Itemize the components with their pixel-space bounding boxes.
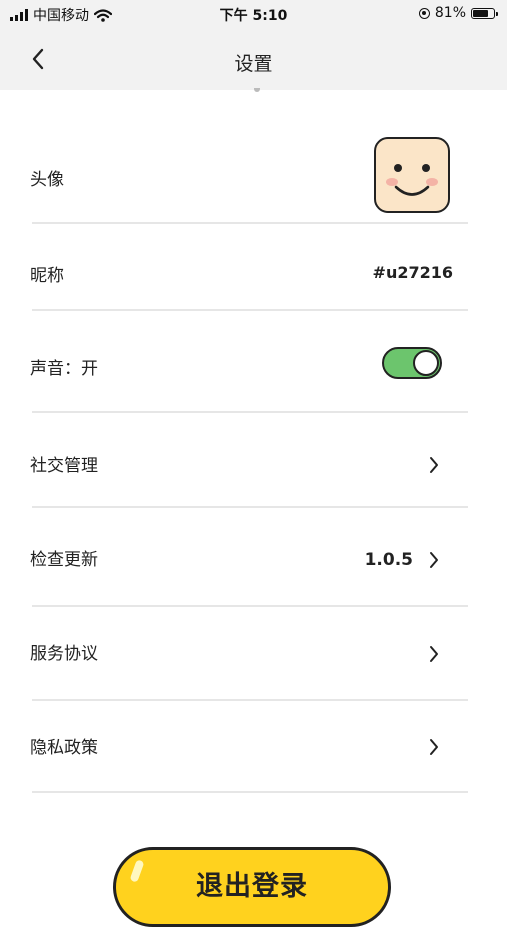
privacy-label: 隐私政策: [30, 738, 98, 758]
nickname-value: #u27216: [372, 263, 453, 282]
status-bar: 中国移动 下午 5:10 81%: [0, 0, 507, 28]
chevron-right-icon: [430, 457, 438, 473]
sound-toggle[interactable]: [382, 347, 442, 379]
pull-indicator: [254, 88, 260, 92]
terms-label: 服务协议: [30, 644, 98, 664]
page-title: 设置: [234, 53, 273, 75]
row-terms[interactable]: 服务协议: [0, 607, 507, 701]
avatar-label: 头像: [30, 170, 64, 190]
row-privacy[interactable]: 隐私政策: [0, 701, 507, 793]
orientation-lock-icon: [418, 7, 430, 19]
nav-bar: 设置: [0, 28, 507, 90]
row-social[interactable]: 社交管理: [0, 413, 507, 508]
social-label: 社交管理: [30, 456, 98, 476]
smiley-face-icon: [386, 164, 438, 196]
avatar[interactable]: [374, 137, 450, 213]
sound-label: 声音：开: [30, 359, 98, 379]
row-update[interactable]: 检查更新 1.0.5: [0, 508, 507, 607]
status-right: 81%: [418, 5, 498, 21]
version-value: 1.0.5: [364, 550, 413, 570]
toggle-knob: [413, 350, 439, 376]
logout-button[interactable]: 退出登录: [113, 847, 391, 927]
nickname-label: 昵称: [30, 266, 64, 286]
update-label: 检查更新: [30, 550, 98, 570]
row-nickname[interactable]: 昵称 #u27216: [0, 224, 507, 311]
chevron-right-icon: [430, 552, 438, 568]
divider: [32, 791, 468, 793]
chevron-right-icon: [430, 739, 438, 755]
battery-icon: [471, 7, 498, 19]
battery-percent: 81%: [434, 5, 466, 21]
chevron-right-icon: [430, 646, 438, 662]
logout-label: 退出登录: [196, 871, 308, 902]
